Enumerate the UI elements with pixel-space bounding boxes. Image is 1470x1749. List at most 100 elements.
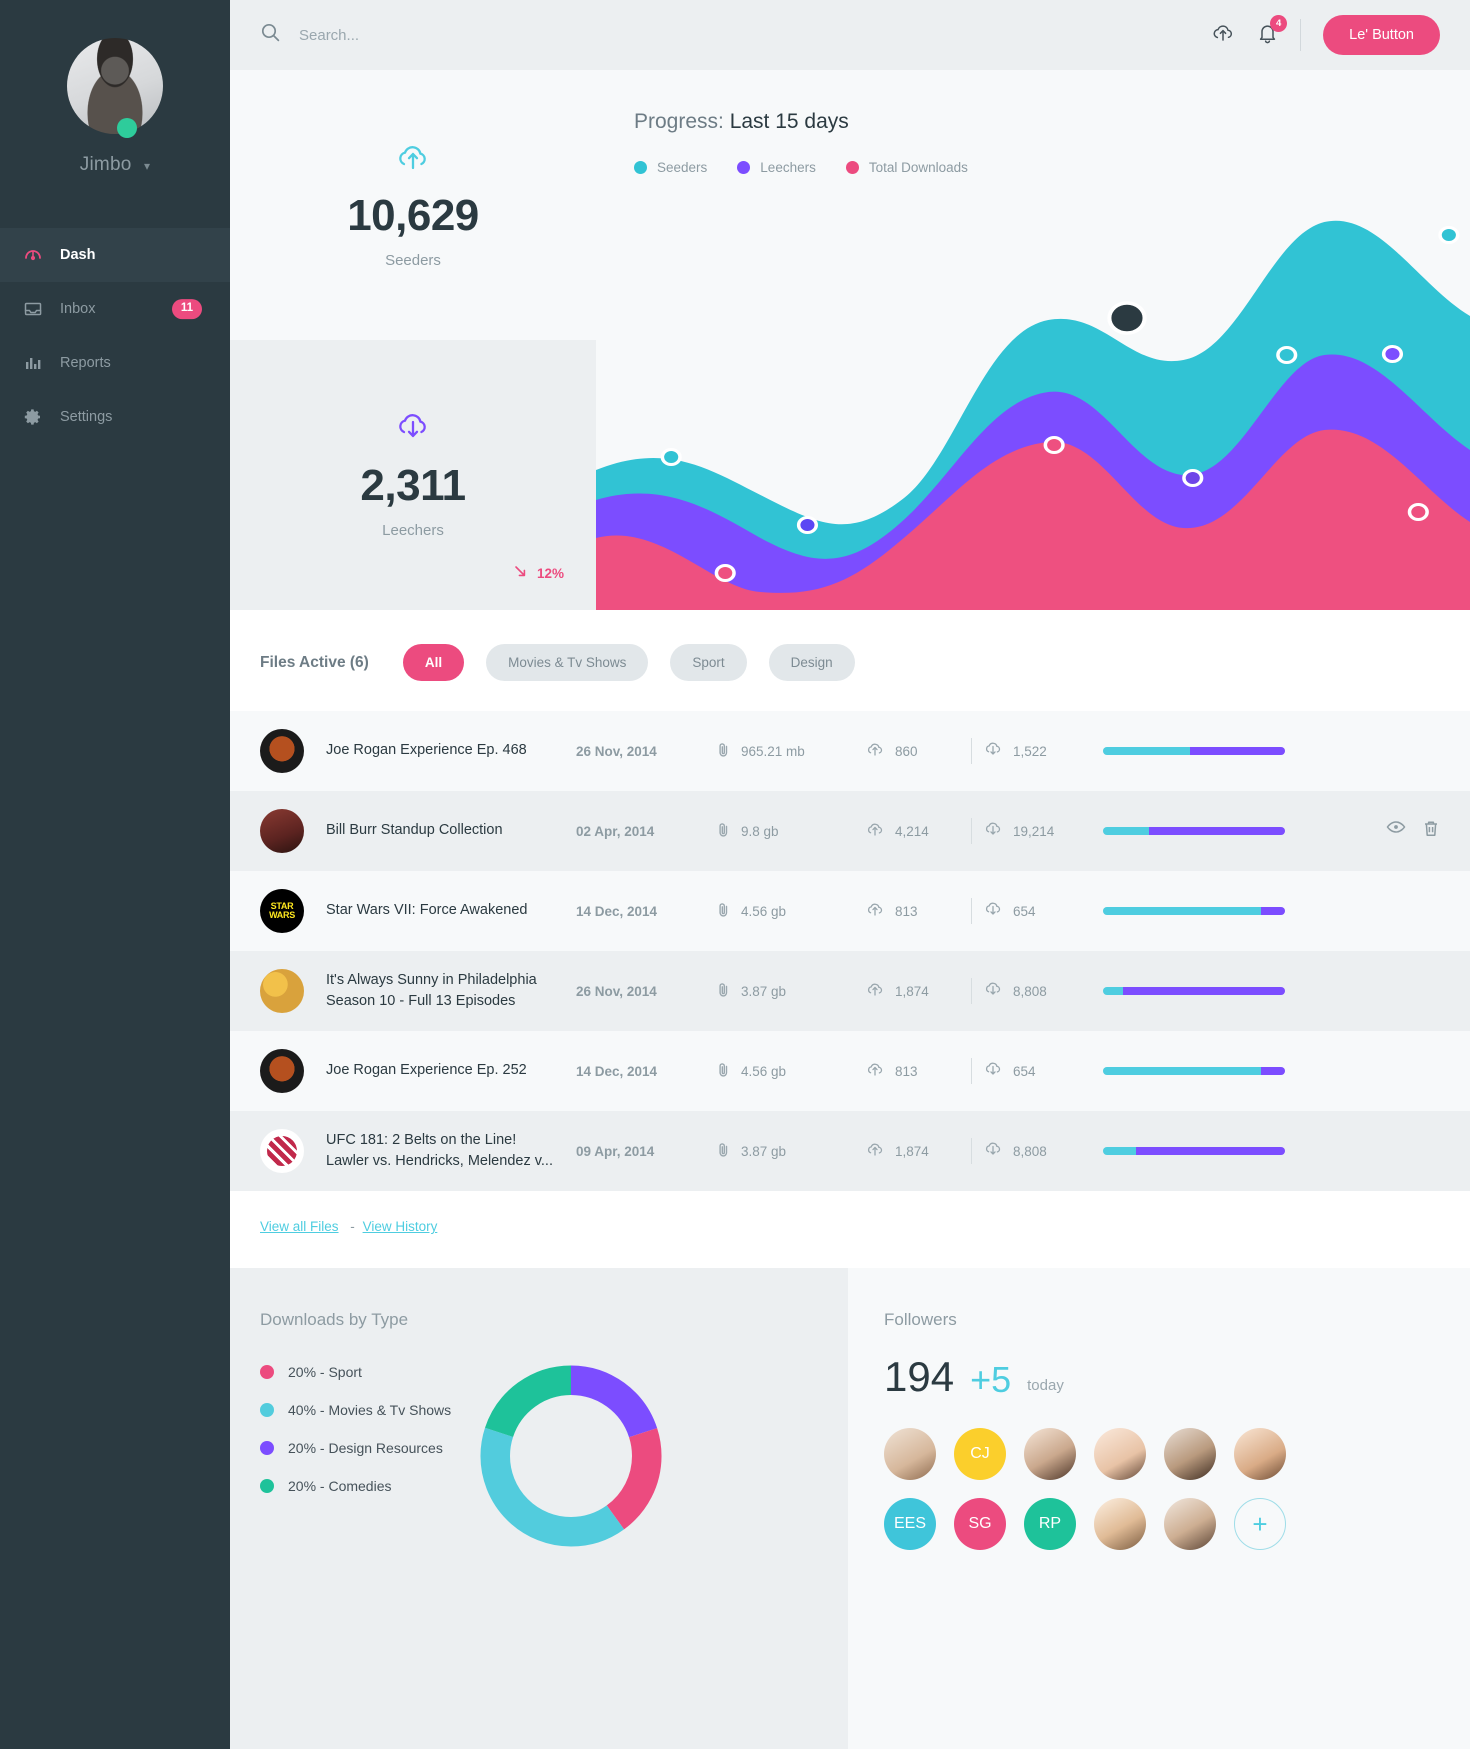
- avatar[interactable]: [1094, 1498, 1146, 1550]
- bell-icon[interactable]: 4: [1257, 14, 1288, 49]
- legend-item-leechers[interactable]: Leechers: [737, 160, 816, 175]
- sidebar-item-label: Settings: [60, 409, 113, 425]
- progress-segment-leech: [1261, 907, 1285, 915]
- file-date: 09 Apr, 2014: [576, 1143, 655, 1159]
- data-point-leechers[interactable]: [1182, 469, 1204, 487]
- cell-divider: [971, 818, 972, 844]
- seeders-label: Seeders: [385, 252, 441, 269]
- search-input[interactable]: [299, 26, 619, 44]
- chart-title: Progress: Last 15 days: [634, 110, 1470, 134]
- profile-name-menu[interactable]: Jimbo ▾: [0, 154, 230, 176]
- file-seeders-cell: 1,874: [866, 981, 971, 1001]
- leechers-value: 2,311: [360, 461, 466, 510]
- sidebar-item-reports[interactable]: Reports: [0, 336, 230, 390]
- cloud-download-icon: [984, 741, 1002, 761]
- table-row[interactable]: Joe Rogan Experience Ep. 468 26 Nov, 201…: [230, 711, 1470, 791]
- table-row[interactable]: STAR WARS Star Wars VII: Force Awakened 1…: [230, 871, 1470, 951]
- donut-legend-item-movies[interactable]: 40% - Movies & Tv Shows: [260, 1402, 451, 1418]
- le-button[interactable]: Le' Button: [1323, 15, 1440, 55]
- data-point-total-downloads[interactable]: [1407, 503, 1429, 521]
- main-area: 4 Le' Button 10,629 Seeders: [230, 0, 1470, 1749]
- paperclip-icon: [716, 822, 731, 841]
- file-leechers: 19,214: [1013, 823, 1055, 839]
- data-point-total-downloads[interactable]: [714, 564, 736, 582]
- file-date: 26 Nov, 2014: [576, 983, 657, 999]
- table-row[interactable]: It's Always Sunny in Philadelphia Season…: [230, 951, 1470, 1031]
- paperclip-icon: [716, 1062, 731, 1081]
- topbar: 4 Le' Button: [230, 0, 1470, 70]
- links-separator: -: [350, 1219, 355, 1234]
- inbox-badge: 11: [171, 299, 202, 319]
- dashboard-app: Jimbo ▾ Dash Inbox 11 Reports Settings S…: [0, 0, 1470, 1749]
- donut-legend-item-design[interactable]: 20% - Design Resources: [260, 1440, 451, 1456]
- arrow-down-right-icon: [513, 564, 528, 582]
- data-point-highlighted[interactable]: [1107, 301, 1147, 335]
- avatar[interactable]: [1094, 1428, 1146, 1480]
- file-seeders: 813: [895, 903, 918, 919]
- leechers-trend: 12%: [513, 564, 564, 582]
- sidebar-item-inbox[interactable]: Inbox 11: [0, 282, 230, 336]
- progress-segment-seed: [1103, 907, 1262, 915]
- avatar[interactable]: [1234, 1428, 1286, 1480]
- table-row[interactable]: Bill Burr Standup Collection 02 Apr, 201…: [230, 791, 1470, 871]
- data-point-seeders[interactable]: [660, 448, 682, 466]
- avatar[interactable]: [67, 38, 163, 138]
- avatar[interactable]: [884, 1428, 936, 1480]
- file-size: 9.8 gb: [741, 823, 779, 839]
- eye-icon[interactable]: [1386, 819, 1406, 843]
- data-point-seeders[interactable]: [1276, 346, 1298, 364]
- add-follower-button[interactable]: +: [1234, 1498, 1286, 1550]
- table-row[interactable]: Joe Rogan Experience Ep. 252 14 Dec, 201…: [230, 1031, 1470, 1111]
- legend-item-total-downloads[interactable]: Total Downloads: [845, 160, 968, 175]
- avatar[interactable]: [1164, 1498, 1216, 1550]
- sidebar-item-dash[interactable]: Dash: [0, 228, 230, 282]
- data-point-seeders[interactable]: [1438, 226, 1460, 244]
- view-history-link[interactable]: View History: [363, 1219, 438, 1234]
- filter-chip-design[interactable]: Design: [768, 644, 855, 681]
- file-name-multiline: It's Always Sunny in Philadelphia Season…: [326, 970, 576, 1012]
- progress-bar: [1103, 907, 1285, 915]
- donut-legend-dot-comedies: [260, 1479, 274, 1493]
- view-all-files-link[interactable]: View all Files: [260, 1219, 339, 1234]
- file-thumbnail-star-wars: STAR WARS: [260, 889, 304, 933]
- sidebar-item-settings[interactable]: Settings: [0, 390, 230, 444]
- avatar[interactable]: CJ: [954, 1428, 1006, 1480]
- filter-chip-sport[interactable]: Sport: [670, 644, 747, 681]
- avatar[interactable]: [1164, 1428, 1216, 1480]
- filter-chip-movies-tv-shows[interactable]: Movies & Tv Shows: [486, 644, 649, 681]
- progress-segment-leech: [1135, 1147, 1285, 1155]
- search-box[interactable]: [260, 22, 1211, 48]
- donut-legend-item-sport[interactable]: 20% - Sport: [260, 1364, 451, 1380]
- cloud-upload-icon: [866, 821, 884, 841]
- donut-legend-item-comedies[interactable]: 20% - Comedies: [260, 1478, 451, 1494]
- overview-section: 10,629 Seeders 2,311 Leechers 12% Progre…: [230, 70, 1470, 610]
- file-leechers-cell: 654: [984, 901, 1089, 921]
- seeders-value: 10,629: [347, 191, 479, 240]
- data-point-leechers[interactable]: [1381, 345, 1404, 363]
- table-row[interactable]: UFC 181: 2 Belts on the Line! Lawler vs.…: [230, 1111, 1470, 1191]
- donut-slice-comedies[interactable]: [480, 1365, 662, 1547]
- filter-chip-all[interactable]: All: [402, 644, 465, 681]
- ufc-badge: [267, 1136, 297, 1166]
- legend-dot-seeders: [634, 161, 647, 174]
- avatar[interactable]: [1024, 1428, 1076, 1480]
- file-date: 14 Dec, 2014: [576, 903, 658, 919]
- file-name-secondary: Lawler vs. Hendricks, Melendez v...: [326, 1153, 553, 1169]
- data-point-leechers[interactable]: [796, 516, 819, 534]
- chart-title-prefix: Progress:: [634, 110, 730, 133]
- cloud-upload-icon: [866, 1141, 884, 1161]
- avatar[interactable]: RP: [1024, 1498, 1076, 1550]
- avatar[interactable]: EES: [884, 1498, 936, 1550]
- cloud-upload-icon: [866, 981, 884, 1001]
- data-point-total-downloads[interactable]: [1043, 436, 1065, 454]
- followers-panel-title: Followers: [884, 1310, 957, 1329]
- file-name: Joe Rogan Experience Ep. 468: [326, 742, 527, 759]
- legend-item-seeders[interactable]: Seeders: [634, 160, 707, 175]
- files-title: Files Active (6): [260, 653, 369, 671]
- avatar[interactable]: SG: [954, 1498, 1006, 1550]
- trash-icon[interactable]: [1422, 819, 1440, 843]
- file-thumbnail-bill-burr: [260, 809, 304, 853]
- file-seeders: 1,874: [895, 1143, 929, 1159]
- cloud-upload-icon[interactable]: [1211, 22, 1235, 49]
- file-name-multiline: UFC 181: 2 Belts on the Line! Lawler vs.…: [326, 1130, 576, 1172]
